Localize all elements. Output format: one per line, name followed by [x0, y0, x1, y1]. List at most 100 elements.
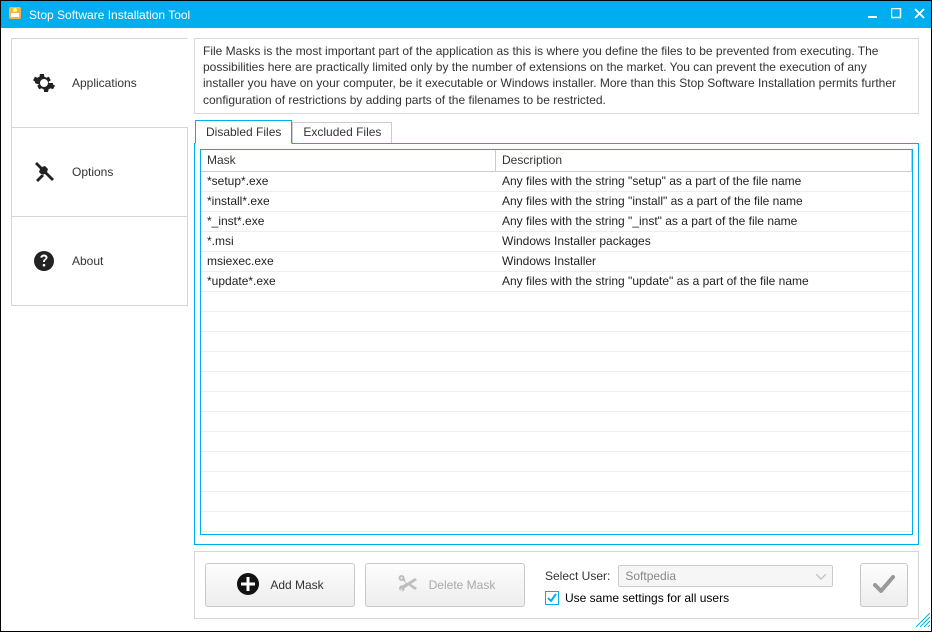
user-select-dropdown[interactable]: Softpedia: [618, 565, 833, 587]
cell-description: [496, 372, 912, 391]
add-mask-button[interactable]: Add Mask: [205, 563, 355, 607]
delete-mask-button: Delete Mask: [365, 563, 525, 607]
table-row[interactable]: [201, 432, 912, 452]
sidebar-item-label: Applications: [72, 76, 137, 90]
cell-description: [496, 432, 912, 451]
cell-description: Windows Installer packages: [496, 232, 912, 251]
selected-user-value: Softpedia: [625, 569, 676, 583]
description-text: File Masks is the most important part of…: [194, 38, 919, 114]
titlebar[interactable]: Stop Software Installation Tool: [1, 1, 931, 28]
table-row[interactable]: [201, 472, 912, 492]
user-row: Select User: Softpedia: [545, 565, 833, 587]
table-row[interactable]: [201, 332, 912, 352]
table-row[interactable]: [201, 392, 912, 412]
table-body[interactable]: *setup*.exeAny files with the string "se…: [201, 172, 912, 534]
table-row[interactable]: *setup*.exeAny files with the string "se…: [201, 172, 912, 192]
table-row[interactable]: [201, 312, 912, 332]
cell-description: Any files with the string "_inst" as a p…: [496, 212, 912, 231]
sidebar-item-applications[interactable]: Applications: [11, 38, 188, 128]
table-row[interactable]: [201, 292, 912, 312]
gear-icon: [32, 71, 56, 95]
column-header-description[interactable]: Description: [496, 150, 912, 171]
cell-mask: [201, 512, 496, 531]
cell-mask: [201, 492, 496, 511]
cell-mask: [201, 372, 496, 391]
tab-content: Mask Description *setup*.exeAny files wi…: [194, 143, 919, 545]
tabs-container: Disabled Files Excluded Files Mask Descr…: [194, 120, 919, 545]
cell-mask: [201, 472, 496, 491]
resize-grip[interactable]: [916, 613, 930, 630]
app-window: Stop Software Installation Tool Applicat…: [0, 0, 932, 632]
table-row[interactable]: *.msiWindows Installer packages: [201, 232, 912, 252]
cell-mask: *install*.exe: [201, 192, 496, 211]
cell-description: Any files with the string "update" as a …: [496, 272, 912, 291]
cell-description: Any files with the string "install" as a…: [496, 192, 912, 211]
column-header-mask[interactable]: Mask: [201, 150, 496, 171]
plus-icon: [236, 572, 260, 599]
tab-row: Disabled Files Excluded Files: [195, 120, 919, 144]
table-row[interactable]: [201, 492, 912, 512]
table-row[interactable]: msiexec.exeWindows Installer: [201, 252, 912, 272]
table-row[interactable]: [201, 412, 912, 432]
table-row[interactable]: [201, 452, 912, 472]
cell-description: Windows Installer: [496, 252, 912, 271]
cell-mask: [201, 452, 496, 471]
cell-mask: *setup*.exe: [201, 172, 496, 191]
cell-description: [496, 472, 912, 491]
main-panel: File Masks is the most important part of…: [194, 38, 919, 619]
user-section: Select User: Softpedia Use same settings…: [545, 565, 833, 605]
tab-excluded-files[interactable]: Excluded Files: [292, 122, 392, 144]
confirm-button[interactable]: [860, 563, 908, 607]
sidebar-item-options[interactable]: Options: [11, 127, 188, 217]
cell-mask: *update*.exe: [201, 272, 496, 291]
cell-mask: [201, 432, 496, 451]
content-area: Applications Options About File Masks is…: [1, 28, 931, 631]
cell-mask: *_inst*.exe: [201, 212, 496, 231]
cell-description: [496, 452, 912, 471]
add-mask-label: Add Mask: [270, 578, 323, 592]
cell-mask: msiexec.exe: [201, 252, 496, 271]
table-header: Mask Description: [201, 150, 912, 172]
table-row[interactable]: *update*.exeAny files with the string "u…: [201, 272, 912, 292]
titlebar-left: Stop Software Installation Tool: [7, 5, 190, 24]
table-row[interactable]: *install*.exeAny files with the string "…: [201, 192, 912, 212]
same-settings-row[interactable]: Use same settings for all users: [545, 591, 833, 605]
cell-mask: [201, 392, 496, 411]
table-row[interactable]: [201, 372, 912, 392]
sidebar-item-about[interactable]: About: [11, 216, 188, 306]
cell-description: Any files with the string "setup" as a p…: [496, 172, 912, 191]
cell-mask: [201, 312, 496, 331]
cell-description: [496, 412, 912, 431]
table-row[interactable]: [201, 512, 912, 532]
cell-description: [496, 332, 912, 351]
checkbox-checked[interactable]: [545, 591, 559, 605]
table-row[interactable]: *_inst*.exeAny files with the string "_i…: [201, 212, 912, 232]
sidebar-item-label: About: [72, 254, 103, 268]
cell-description: [496, 392, 912, 411]
check-icon: [871, 571, 897, 600]
maximize-button[interactable]: [891, 8, 902, 22]
minimize-button[interactable]: [868, 8, 879, 22]
cell-mask: *.msi: [201, 232, 496, 251]
close-button[interactable]: [914, 8, 925, 22]
sidebar-item-label: Options: [72, 165, 113, 179]
table-row[interactable]: [201, 352, 912, 372]
cell-description: [496, 492, 912, 511]
app-icon: [7, 5, 23, 24]
scissors-icon: [395, 572, 419, 599]
window-controls: [868, 8, 925, 22]
cell-mask: [201, 292, 496, 311]
tab-disabled-files[interactable]: Disabled Files: [195, 120, 292, 144]
sidebar: Applications Options About: [11, 38, 188, 619]
cell-mask: [201, 332, 496, 351]
checkbox-label: Use same settings for all users: [565, 591, 729, 605]
bottom-toolbar: Add Mask Delete Mask Select User: Softpe…: [194, 551, 919, 619]
tools-icon: [32, 160, 56, 184]
chevron-down-icon: [816, 569, 826, 583]
cell-description: [496, 312, 912, 331]
cell-mask: [201, 352, 496, 371]
cell-mask: [201, 412, 496, 431]
masks-table[interactable]: Mask Description *setup*.exeAny files wi…: [200, 149, 913, 535]
cell-description: [496, 352, 912, 371]
cell-description: [496, 512, 912, 531]
